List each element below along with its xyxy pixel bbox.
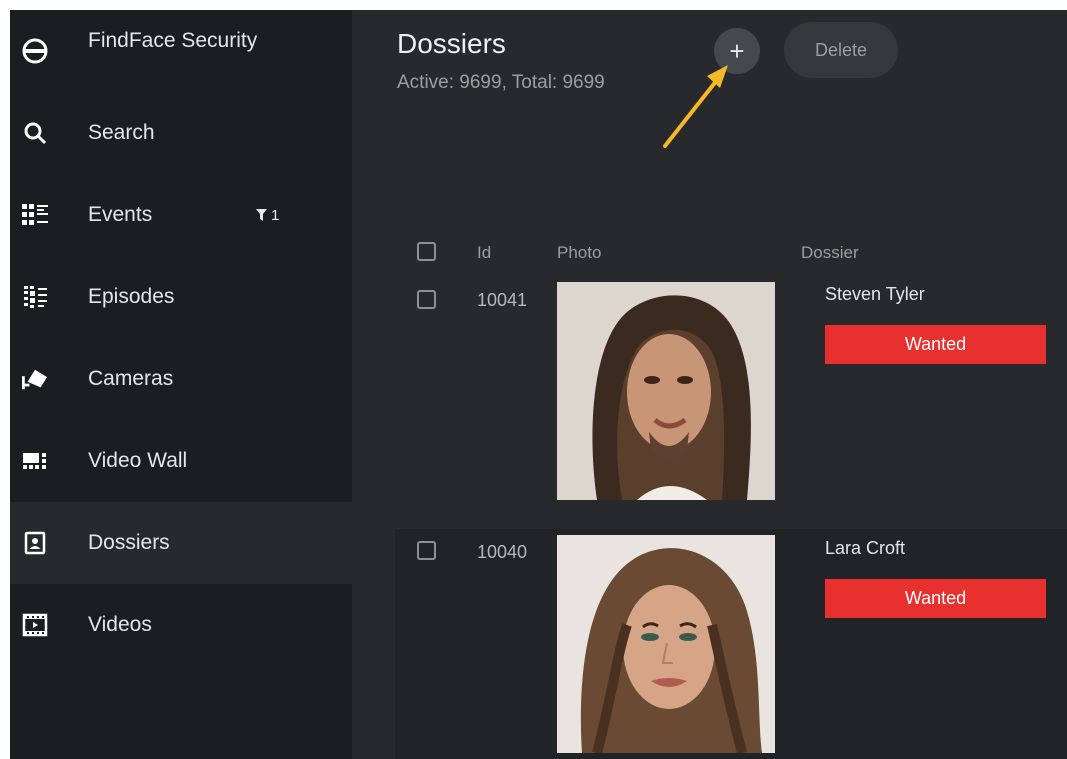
delete-button[interactable]: Delete xyxy=(784,22,898,78)
events-filter-badge[interactable]: 1 xyxy=(256,207,279,224)
column-header-photo: Photo xyxy=(557,243,602,262)
filter-count: 1 xyxy=(271,206,280,224)
sidebar-item-dossiers[interactable]: Dossiers xyxy=(10,502,352,584)
dossier-name[interactable]: Lara Croft xyxy=(825,538,905,559)
sidebar-item-events[interactable]: Events 1 xyxy=(10,174,352,256)
sidebar-item-episodes[interactable]: Episodes xyxy=(10,256,352,338)
sidebar-item-label: Events xyxy=(88,203,153,226)
column-header-dossier: Dossier xyxy=(801,243,859,262)
sidebar-item-label: Cameras xyxy=(88,367,174,390)
app-logo-link[interactable]: FindFace Security xyxy=(10,10,352,92)
sidebar-item-label: Search xyxy=(88,121,155,144)
episodes-icon xyxy=(22,284,48,310)
videos-icon xyxy=(22,612,48,638)
sidebar-item-videos[interactable]: Videos xyxy=(10,584,352,666)
sidebar-item-label: Episodes xyxy=(88,285,175,308)
app-title: FindFace Security xyxy=(88,29,258,52)
dossier-icon xyxy=(22,530,48,556)
sidebar-item-label: Video Wall xyxy=(88,449,188,472)
dossier-photo[interactable] xyxy=(557,282,775,500)
select-all-checkbox[interactable] xyxy=(417,242,436,261)
status-badge: Wanted xyxy=(825,325,1046,364)
table-row[interactable]: 10040 Lara Croft Wanted xyxy=(395,529,1067,759)
findface-logo-icon xyxy=(22,38,48,64)
search-icon xyxy=(22,120,48,146)
camera-icon xyxy=(22,366,48,392)
sidebar-item-label: Videos xyxy=(88,613,152,636)
filter-icon xyxy=(256,209,267,221)
add-dossier-button[interactable]: + xyxy=(714,28,760,74)
page-title: Dossiers xyxy=(397,28,506,59)
dossier-id: 10040 xyxy=(477,542,528,562)
dossier-name[interactable]: Steven Tyler xyxy=(825,284,925,305)
sidebar-item-cameras[interactable]: Cameras xyxy=(10,338,352,420)
face-portrait-icon xyxy=(557,535,775,753)
video-wall-icon xyxy=(22,448,48,474)
row-checkbox[interactable] xyxy=(417,541,436,560)
sidebar: FindFace Security Search Events 1 Episod… xyxy=(10,10,352,759)
dossier-id: 10041 xyxy=(477,290,528,310)
row-checkbox[interactable] xyxy=(417,290,436,309)
face-portrait-icon xyxy=(557,282,775,500)
column-header-id[interactable]: Id xyxy=(477,243,491,263)
events-icon xyxy=(22,202,48,228)
status-badge: Wanted xyxy=(825,579,1046,618)
main-content: Dossiers Active: 9699, Total: 9699 + Del… xyxy=(352,10,1067,759)
dossier-count: Active: 9699, Total: 9699 xyxy=(397,72,605,93)
sidebar-item-search[interactable]: Search xyxy=(10,92,352,174)
sidebar-item-video-wall[interactable]: Video Wall xyxy=(10,420,352,502)
app-window: FindFace Security Search Events 1 Episod… xyxy=(10,10,1067,759)
table-row[interactable]: 10041 Steven Tyler Wanted xyxy=(395,274,1067,507)
sidebar-item-label: Dossiers xyxy=(88,531,170,554)
dossier-photo[interactable] xyxy=(557,535,775,753)
